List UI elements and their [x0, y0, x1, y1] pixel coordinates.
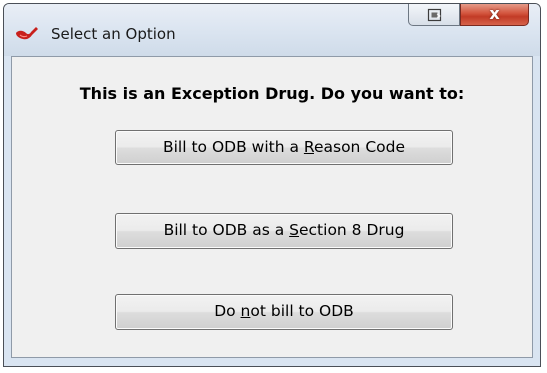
button-mnemonic: n [240, 302, 251, 320]
button-label-part: ot bill to ODB [250, 302, 354, 320]
button-mnemonic: S [289, 221, 299, 239]
button-label-part: Do [214, 302, 241, 320]
red-pill-icon [16, 27, 38, 40]
button-label-part: ection 8 Drug [299, 221, 405, 239]
dialog-content: This is an Exception Drug. Do you want t… [11, 56, 533, 358]
button-label-part: Bill to ODB with a [162, 138, 304, 156]
do-not-bill-button[interactable]: Do not bill to ODB [115, 294, 453, 330]
dialog-window: Select an Option x This is an Exception … [3, 3, 541, 367]
button-label-part: eason Code [313, 138, 405, 156]
dialog-heading: This is an Exception Drug. Do you want t… [79, 84, 465, 103]
bill-with-reason-code-button[interactable]: Bill to ODB with a Reason Code [115, 130, 453, 165]
restore-button[interactable] [408, 4, 460, 26]
button-mnemonic: R [303, 138, 314, 156]
restore-window-icon [427, 8, 442, 22]
button-label-part: Bill to ODB as a [163, 221, 290, 239]
window-title: Select an Option [51, 25, 176, 43]
title-bar[interactable]: Select an Option x [4, 4, 540, 56]
close-button[interactable]: x [460, 4, 529, 26]
close-icon: x [489, 4, 500, 23]
bill-as-section-8-button[interactable]: Bill to ODB as a Section 8 Drug [115, 213, 453, 249]
